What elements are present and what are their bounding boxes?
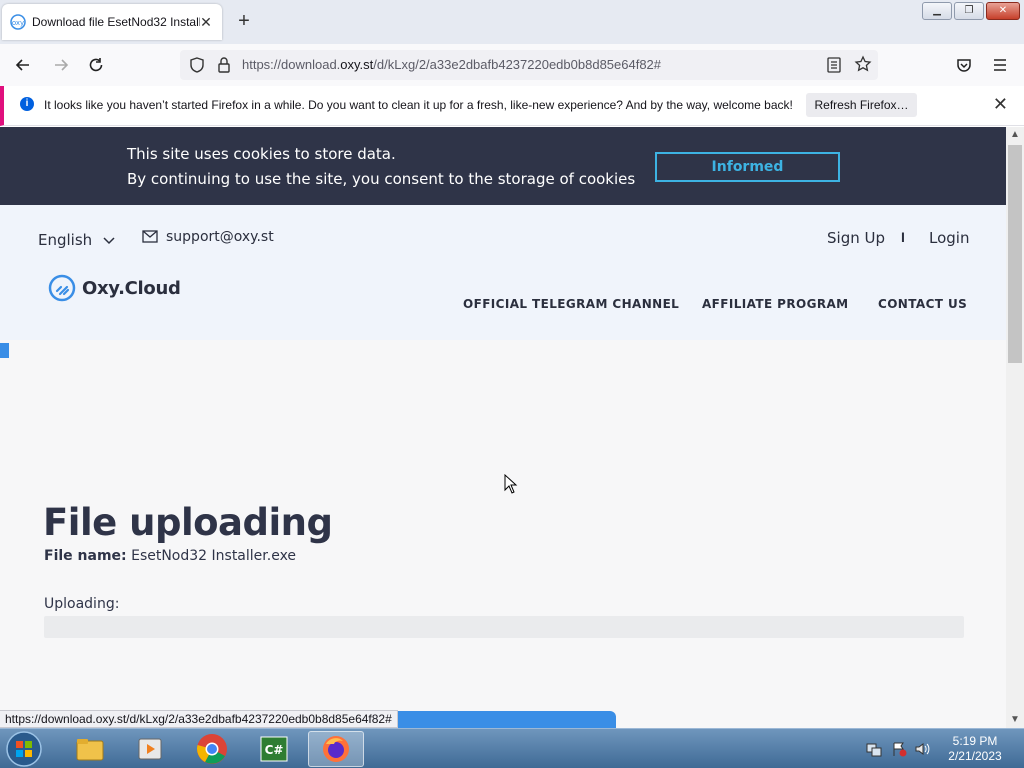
side-feedback-tab[interactable] [0,343,9,358]
navigation-toolbar: https://download.oxy.st/d/kLxg/2/a33e2db… [0,44,1024,86]
menu-contact-us[interactable]: CONTACT US [878,297,967,311]
menu-telegram-channel[interactable]: OFFICIAL TELEGRAM CHANNEL [463,297,679,311]
mouse-cursor-icon [504,474,518,494]
separator: I [901,229,905,245]
csharp-icon: C# [260,736,288,762]
tab-close-icon[interactable]: ✕ [198,14,214,30]
scroll-down-icon[interactable]: ▼ [1009,714,1021,726]
folder-icon [76,739,104,761]
refresh-firefox-button[interactable]: Refresh Firefox… [806,93,917,117]
minimize-button[interactable]: ▁ [922,2,952,20]
file-name-line: File name: EsetNod32 Installer.exe [44,548,296,564]
logo-text: Oxy.Cloud [82,277,181,299]
file-name-label: File name: [44,548,127,564]
site-logo[interactable]: Oxy.Cloud [48,274,181,302]
informed-button[interactable]: Informed [655,152,840,182]
menu-affiliate-program[interactable]: AFFILIATE PROGRAM [702,297,849,311]
taskbar-media-player[interactable] [122,731,178,767]
new-tab-icon[interactable]: + [234,11,254,32]
reload-icon[interactable] [85,54,107,76]
scroll-thumb[interactable] [1008,145,1022,363]
url-text[interactable]: https://download.oxy.st/d/kLxg/2/a33e2db… [242,57,661,72]
clock-time: 5:19 PM [952,734,998,748]
lock-icon[interactable] [216,56,232,74]
taskbar-explorer[interactable] [62,731,118,767]
pocket-icon[interactable] [953,54,975,76]
page-title: File uploading [43,501,333,544]
clock-date: 2/21/2023 [948,749,1002,763]
oxy-logo-icon [48,274,76,302]
forward-icon[interactable] [50,54,72,76]
site-header: English support@oxy.st Sign Up I Login O… [0,205,1006,340]
download-button[interactable] [392,711,616,728]
cookie-text-line1: This site uses cookies to store data. [127,145,396,163]
taskbar-csharp-ide[interactable]: C# [246,731,302,767]
chrome-icon [197,734,227,764]
firefox-icon [323,736,349,762]
action-center-flag-icon[interactable] [891,741,907,757]
svg-text:C#: C# [265,743,284,757]
start-button-icon[interactable] [4,730,44,768]
cookie-banner: This site uses cookies to store data. By… [0,127,1006,205]
support-email-link[interactable]: support@oxy.st [166,229,274,245]
restore-button[interactable]: ❐ [954,2,984,20]
taskbar-chrome[interactable] [184,731,240,767]
notification-bar: i It looks like you haven’t started Fire… [0,86,1024,126]
cookie-text-line2: By continuing to use the site, you conse… [127,170,636,188]
media-player-icon [138,738,162,760]
notification-text: It looks like you haven’t started Firefo… [44,98,793,112]
reader-view-icon[interactable] [826,56,842,74]
browser-titlebar: oxy Download file EsetNod32 Installer.ex… [0,0,1024,44]
sign-up-link[interactable]: Sign Up [827,229,885,247]
taskbar: C# 5:19 PM 2/21/2023 [0,728,1024,768]
hamburger-menu-icon[interactable] [989,54,1011,76]
shield-icon[interactable] [188,56,206,74]
uploading-label: Uploading: [44,596,120,612]
tab-title: Download file EsetNod32 Installer.exe [32,15,200,29]
address-bar[interactable]: https://download.oxy.st/d/kLxg/2/a33e2db… [180,50,878,80]
web-page: This site uses cookies to store data. By… [0,127,1006,728]
language-label: English [38,231,93,249]
network-icon[interactable] [866,741,882,757]
info-icon: i [20,97,34,111]
file-name-value: EsetNod32 Installer.exe [131,548,297,564]
svg-text:oxy: oxy [12,19,24,27]
close-window-button[interactable]: ✕ [986,2,1020,20]
system-clock[interactable]: 5:19 PM 2/21/2023 [940,734,1010,764]
oxy-favicon-icon: oxy [10,14,26,30]
scroll-up-icon[interactable]: ▲ [1009,129,1021,141]
window-controls: ▁ ❐ ✕ [922,2,1020,20]
login-link[interactable]: Login [929,229,969,247]
bookmark-star-icon[interactable] [854,55,872,73]
mail-icon [142,230,158,243]
close-icon[interactable]: ✕ [993,95,1008,113]
upload-progress-bar [44,616,964,638]
status-url-tooltip: https://download.oxy.st/d/kLxg/2/a33e2db… [0,710,398,728]
language-selector[interactable]: English [38,231,115,249]
page-scrollbar[interactable]: ▲ ▼ [1006,127,1024,728]
taskbar-firefox[interactable] [308,731,364,767]
chevron-down-icon [103,236,115,244]
volume-icon[interactable] [914,741,930,757]
browser-tab[interactable]: oxy Download file EsetNod32 Installer.ex… [2,4,222,40]
back-icon[interactable] [12,54,34,76]
